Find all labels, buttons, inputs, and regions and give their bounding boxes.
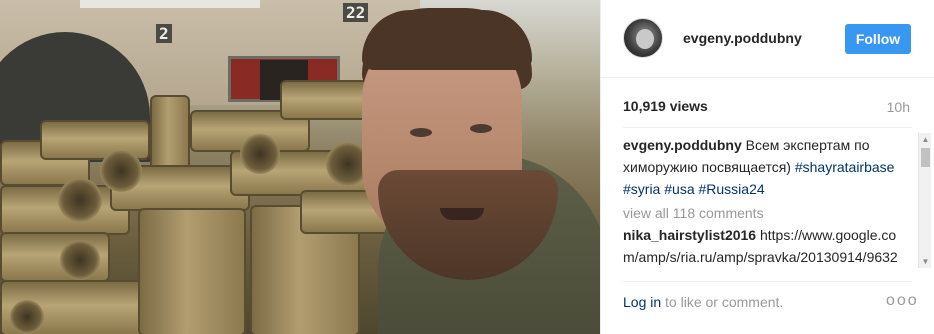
hashtag-link[interactable]: #shayratairbase — [795, 159, 895, 175]
canister-cap — [10, 300, 44, 334]
separator — [623, 127, 912, 128]
post-time[interactable]: 10h — [887, 99, 910, 115]
comment: nika_hairstylist2016 https://www.google.… — [623, 224, 905, 270]
canister — [138, 208, 246, 334]
scroll-thumb[interactable] — [921, 148, 930, 167]
scroll-up-arrow-icon[interactable]: ▲ — [919, 133, 932, 146]
hashtag-link[interactable]: #syria — [623, 181, 660, 197]
person-eye-right — [470, 124, 492, 133]
comment-username[interactable]: nika_hairstylist2016 — [623, 227, 756, 243]
hashtag-link[interactable]: #usa — [664, 181, 694, 197]
comments-scrollbar[interactable]: ▲ ▼ — [918, 133, 931, 268]
canister-cap — [240, 134, 280, 174]
canister-cap — [58, 178, 102, 222]
canister-cap — [100, 150, 142, 192]
follow-button[interactable]: Follow — [845, 24, 911, 54]
person-mouth — [440, 208, 484, 220]
canister — [280, 80, 370, 120]
post-media[interactable]: 2 22 — [0, 0, 600, 334]
login-prompt-text: to like or comment. — [665, 294, 784, 310]
comments-list: evgeny.poddubny Всем экспертам по химору… — [623, 134, 905, 270]
bunker-number-left: 2 — [156, 24, 172, 43]
separator — [623, 281, 912, 282]
avatar[interactable] — [623, 18, 663, 58]
avatar-face — [636, 29, 654, 49]
view-all-comments-link[interactable]: view all 118 comments — [623, 202, 905, 224]
post-header: evgeny.poddubny Follow — [601, 0, 934, 78]
canister — [150, 95, 190, 175]
view-count: 10,919 views — [623, 98, 708, 114]
sky — [80, 0, 260, 8]
scroll-down-arrow-icon[interactable]: ▼ — [919, 255, 932, 268]
person-hair-top — [362, 10, 532, 70]
bunker-number-right: 22 — [343, 3, 369, 22]
more-options-icon[interactable]: ooo — [886, 292, 919, 310]
person-eye-left — [410, 128, 432, 137]
caption-username[interactable]: evgeny.poddubny — [623, 137, 742, 153]
caption: evgeny.poddubny Всем экспертам по химору… — [623, 134, 905, 200]
post-side-panel: evgeny.poddubny Follow 10,919 views 10h … — [601, 0, 934, 334]
username-link[interactable]: evgeny.poddubny — [683, 30, 802, 46]
login-link[interactable]: Log in — [623, 294, 661, 310]
hashtag-link[interactable]: #Russia24 — [699, 181, 765, 197]
login-prompt: Log in to like or comment. — [623, 294, 783, 310]
canister-cap — [60, 240, 100, 280]
